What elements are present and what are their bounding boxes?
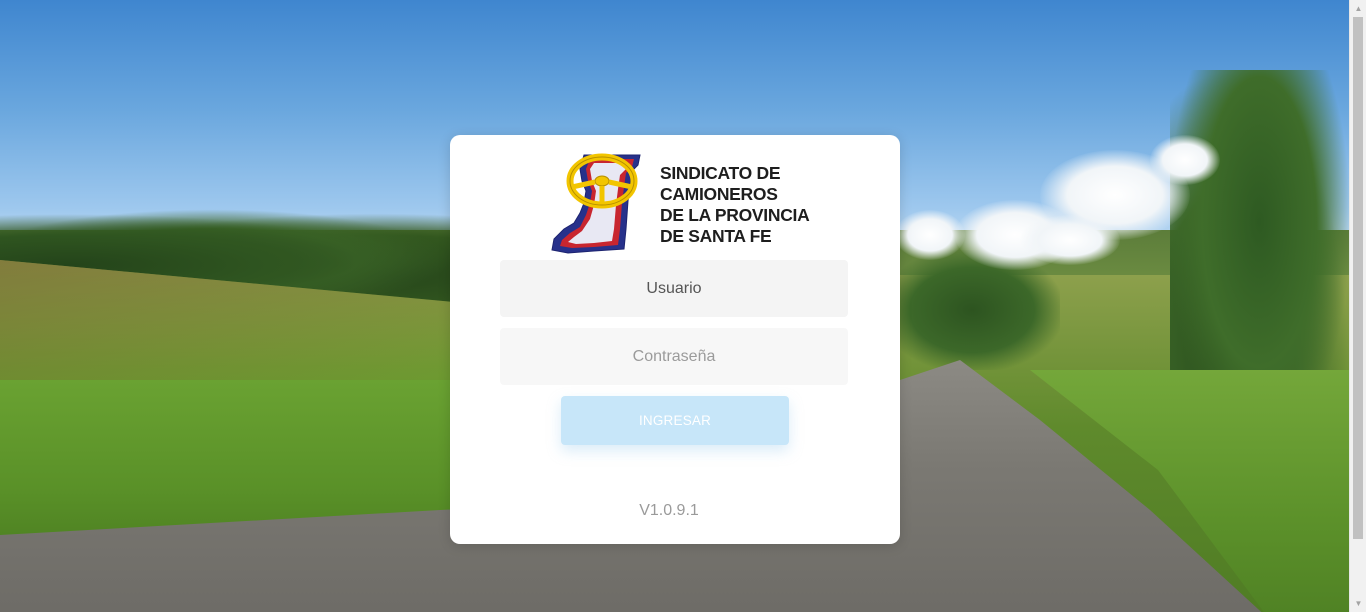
scrollbar-thumb[interactable]: [1353, 17, 1363, 539]
background-cloud: [1150, 135, 1220, 185]
username-input[interactable]: [500, 260, 848, 317]
scroll-up-arrow-icon[interactable]: ▲: [1350, 0, 1366, 17]
logo-text-line: SINDICATO DE: [660, 163, 781, 183]
scroll-down-arrow-icon[interactable]: ▼: [1350, 595, 1366, 612]
login-card: SINDICATO DE CAMIONEROS DE LA PROVINCIA …: [450, 135, 900, 544]
union-logo: SINDICATO DE CAMIONEROS DE LA PROVINCIA …: [550, 151, 810, 255]
password-input[interactable]: [500, 328, 848, 385]
logo-text-line: DE SANTA FE: [660, 226, 772, 246]
logo-text-line: CAMIONEROS: [660, 184, 778, 204]
logo-text-line: DE LA PROVINCIA: [660, 205, 810, 225]
logo-wordmark: SINDICATO DE CAMIONEROS DE LA PROVINCIA …: [660, 163, 810, 247]
login-page: ▲ ▼ SINDICATO DE CAMIONEROS DE LA PROVIN…: [0, 0, 1366, 612]
page-scrollbar[interactable]: ▲ ▼: [1349, 0, 1366, 612]
background-bushes: [900, 250, 1060, 370]
background-cloud: [895, 210, 965, 260]
login-button[interactable]: INGRESAR: [561, 396, 789, 445]
steering-wheel-province-map-icon: [551, 153, 641, 254]
background-cloud: [1020, 215, 1120, 265]
app-version: V1.0.9.1: [639, 502, 699, 519]
